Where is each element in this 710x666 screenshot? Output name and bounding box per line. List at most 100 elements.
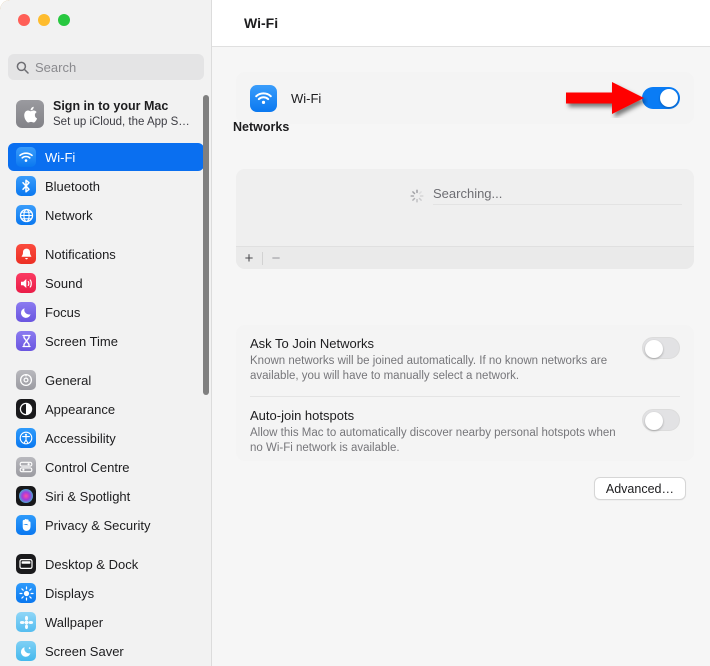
sidebar-scrollbar[interactable] [203, 92, 209, 652]
wifi-toggle[interactable] [642, 87, 680, 109]
networks-searching-row: Searching... [410, 186, 682, 205]
sidebar-divider [211, 0, 212, 666]
sidebar-item-siri-spotlight[interactable]: Siri & Spotlight [8, 482, 204, 510]
sidebar-item-label: Network [45, 207, 93, 223]
content-body: Wi-Fi Networks Searching... + − Ask To J… [212, 48, 710, 666]
apple-account-subtitle: Set up iCloud, the App S… [53, 115, 190, 128]
sidebar-item-appearance[interactable]: Appearance [8, 395, 204, 423]
apple-account-text: Sign in to your Mac Set up iCloud, the A… [53, 99, 190, 129]
screensaver-icon [16, 641, 36, 661]
hand-icon [16, 515, 36, 535]
sidebar-item-accessibility[interactable]: Accessibility [8, 424, 204, 452]
networks-status-text: Searching... [433, 186, 682, 205]
accessibility-icon [16, 428, 36, 448]
search-placeholder: Search [35, 59, 77, 75]
sidebar-item-wallpaper[interactable]: Wallpaper [8, 608, 204, 636]
bluetooth-icon [16, 176, 36, 196]
auto-join-hotspots-toggle[interactable] [642, 408, 680, 431]
sidebar-group-desktop: Desktop & Dock Displays Wallpaper Screen… [0, 550, 212, 665]
bell-icon [16, 244, 36, 264]
sidebar-item-label: Focus [45, 304, 81, 320]
ask-to-join-networks-toggle[interactable] [642, 337, 680, 359]
sidebar-item-label: Appearance [45, 401, 116, 417]
apple-account-row[interactable]: Sign in to your Mac Set up iCloud, the A… [8, 92, 204, 136]
auto-join-hotspots-title: Auto-join hotspots [250, 407, 355, 423]
sidebar-item-label: Notifications [45, 246, 116, 262]
sidebar-item-label: Bluetooth [45, 178, 100, 194]
sidebar-item-general[interactable]: General [8, 366, 204, 394]
sidebar-item-screen-time[interactable]: Screen Time [8, 327, 204, 355]
apple-logo-icon [16, 100, 44, 128]
close-button[interactable] [18, 14, 30, 26]
sidebar-item-desktop-dock[interactable]: Desktop & Dock [8, 550, 204, 578]
content-pane: Wi-Fi Wi-Fi Networks Searching... + − As… [212, 0, 710, 666]
brightness-icon [16, 583, 36, 603]
sidebar-item-screen-saver[interactable]: Screen Saver [8, 637, 204, 665]
content-header: Wi-Fi [212, 0, 710, 47]
sidebar-item-label: Sound [45, 275, 83, 291]
sidebar-group-network: Wi-Fi Bluetooth Network [0, 143, 212, 229]
gear-icon [16, 370, 36, 390]
spinner-icon [410, 188, 424, 203]
wifi-toggle-knob [660, 89, 678, 107]
auto-join-hotspots-toggle-knob [645, 411, 663, 430]
sidebar-group-general: General Appearance Accessibility Control… [0, 366, 212, 539]
sidebar-item-notifications[interactable]: Notifications [8, 240, 204, 268]
sidebar-item-displays[interactable]: Displays [8, 579, 204, 607]
minimize-button[interactable] [38, 14, 50, 26]
sidebar-item-bluetooth[interactable]: Bluetooth [8, 172, 204, 200]
wallpaper-icon [16, 612, 36, 632]
desktop-icon [16, 554, 36, 574]
sidebar-item-wifi[interactable]: Wi-Fi [8, 143, 204, 171]
auto-join-hotspots-description: Allow this Mac to automatically discover… [250, 426, 616, 455]
wifi-toggle-card: Wi-Fi [236, 72, 694, 124]
sidebar-item-label: Screen Time [45, 333, 118, 349]
advanced-button[interactable]: Advanced… [593, 477, 686, 500]
sidebar-item-label: Wi-Fi [45, 149, 76, 165]
networks-list[interactable]: Searching... [236, 169, 694, 246]
speaker-icon [16, 273, 36, 293]
sidebar-item-label: Desktop & Dock [45, 556, 139, 572]
ask-to-join-networks-toggle-knob [645, 340, 663, 358]
zoom-button[interactable] [58, 14, 70, 26]
sliders-icon [16, 457, 36, 477]
networks-footer: + − [236, 246, 694, 269]
contrast-icon [16, 399, 36, 419]
sidebar-scrollbar-thumb[interactable] [203, 95, 209, 395]
moon-icon [16, 302, 36, 322]
ask-to-join-networks-texts: Ask To Join Networks Known networks will… [250, 336, 642, 385]
siri-icon [16, 486, 36, 506]
auto-join-hotspots-row: Auto-join hotspots Allow this Mac to aut… [236, 397, 694, 468]
sidebar-item-label: General [45, 372, 92, 388]
wifi-icon [250, 84, 277, 112]
search-input[interactable]: Search [8, 54, 204, 80]
sidebar-item-label: Screen Saver [45, 643, 124, 659]
sidebar-item-privacy-security[interactable]: Privacy & Security [8, 511, 204, 539]
wifi-icon [16, 147, 36, 167]
ask-to-join-networks-title: Ask To Join Networks [250, 336, 375, 351]
add-network-button[interactable]: + [236, 247, 262, 269]
hourglass-icon [16, 331, 36, 351]
remove-network-button[interactable]: − [263, 247, 289, 269]
ask-to-join-networks-description: Known networks will be joined automatica… [250, 355, 608, 383]
wifi-row-label: Wi-Fi [291, 90, 322, 106]
sidebar-nav: Wi-Fi Bluetooth Network Notifications So… [0, 143, 212, 666]
sidebar-item-label: Siri & Spotlight [45, 488, 131, 504]
sidebar-item-network[interactable]: Network [8, 201, 204, 229]
sidebar-item-label: Displays [45, 585, 95, 601]
search-icon [16, 61, 29, 74]
sidebar-item-label: Privacy & Security [45, 517, 151, 533]
networks-section-label: Networks [233, 120, 290, 134]
auto-join-hotspots-texts: Auto-join hotspots Allow this Mac to aut… [250, 408, 642, 457]
sidebar-item-label: Wallpaper [45, 614, 104, 630]
page-title: Wi-Fi [244, 15, 279, 31]
sidebar-item-sound[interactable]: Sound [8, 269, 204, 297]
sidebar-item-label: Accessibility [45, 430, 116, 446]
sidebar-item-control-centre[interactable]: Control Centre [8, 453, 204, 481]
sidebar-item-focus[interactable]: Focus [8, 298, 204, 326]
sidebar-item-label: Control Centre [45, 459, 130, 475]
window-controls [18, 14, 70, 26]
wifi-options-card: Ask To Join Networks Known networks will… [236, 325, 694, 461]
networks-card: Searching... + − [236, 169, 694, 269]
ask-to-join-networks-row: Ask To Join Networks Known networks will… [236, 325, 694, 396]
